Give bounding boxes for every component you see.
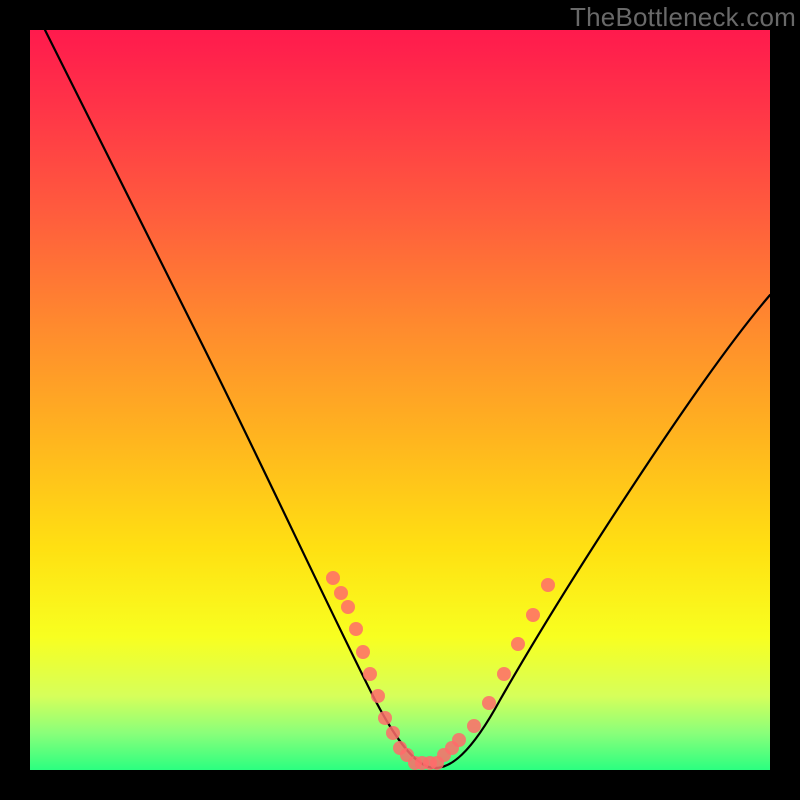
watermark-text: TheBottleneck.com	[570, 2, 796, 33]
bottleneck-curve	[45, 30, 770, 768]
chart-frame: TheBottleneck.com	[0, 0, 800, 800]
chart-svg	[30, 30, 770, 770]
